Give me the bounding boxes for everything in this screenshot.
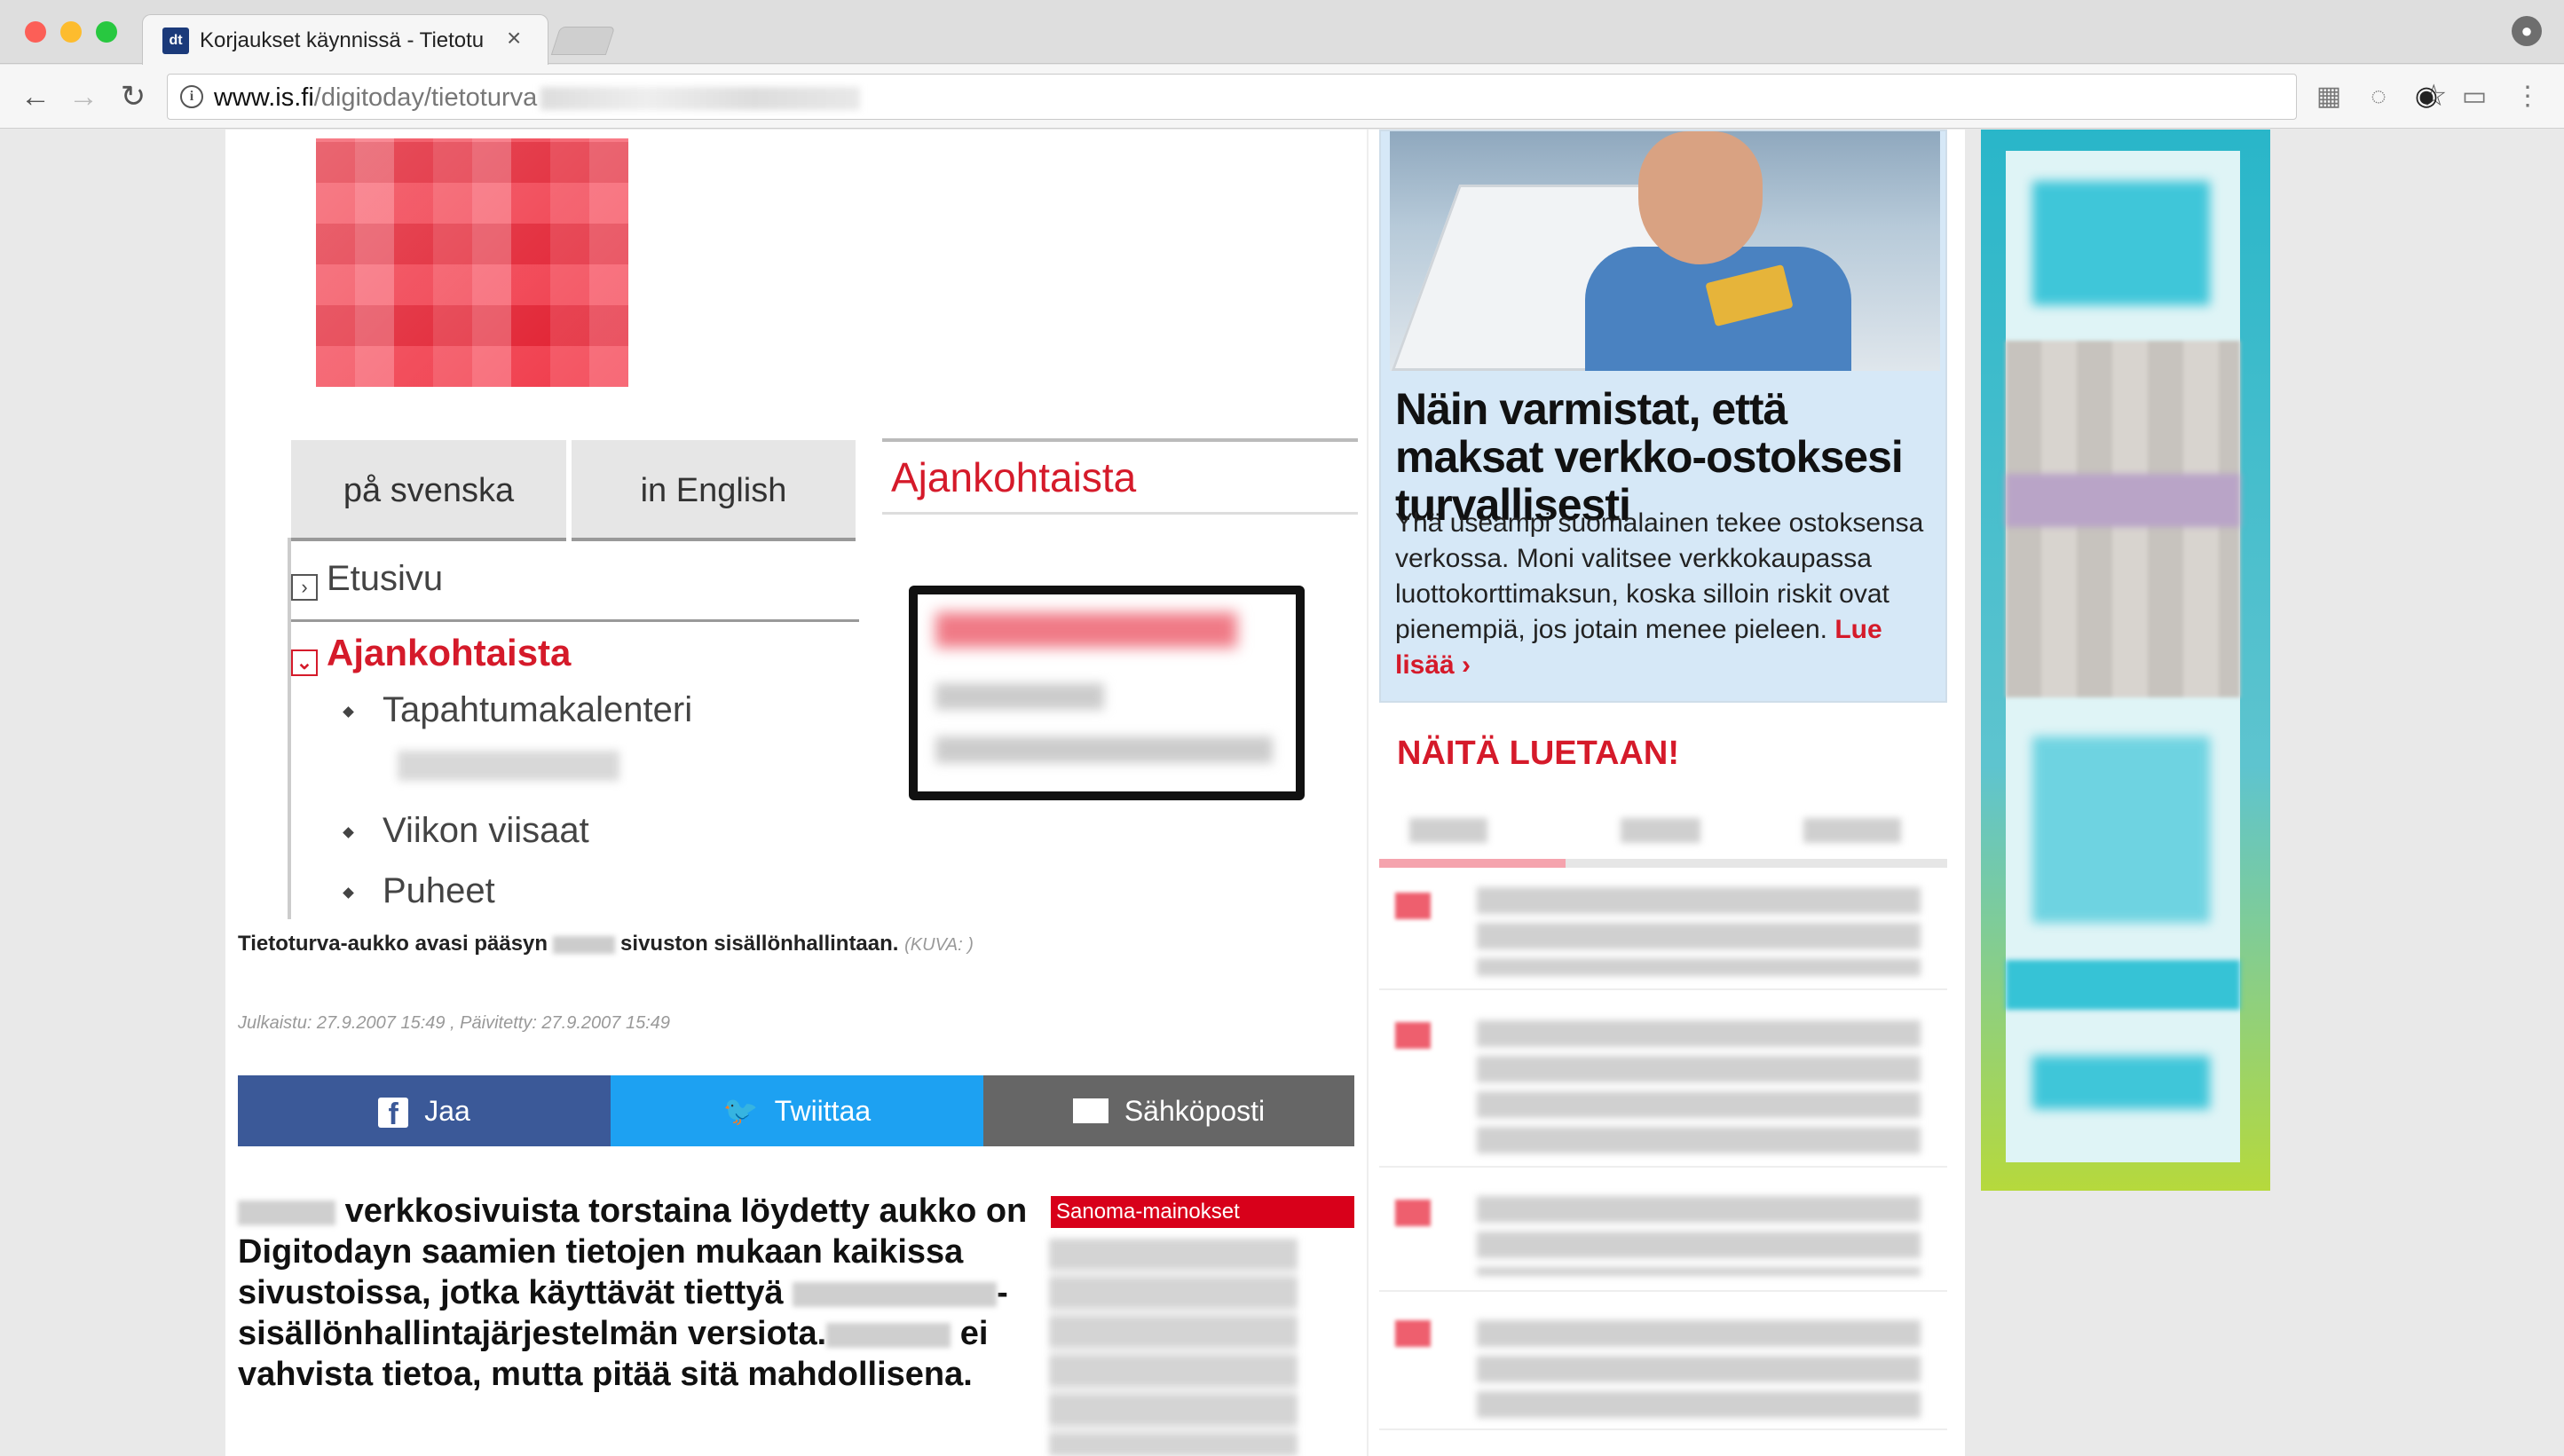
tab-indicator-active <box>1379 859 1566 868</box>
facebook-icon: f <box>378 1098 409 1131</box>
ad-button-redacted <box>2032 1056 2210 1109</box>
ad-photo-redacted <box>2006 341 2240 697</box>
most-read-item[interactable] <box>1379 1301 1947 1430</box>
reload-icon[interactable]: ↻ <box>114 77 153 116</box>
menu-item-home: › Etusivu <box>291 552 443 605</box>
submenu-item: Tapahtumakalenteri <box>343 685 692 735</box>
right-column: Näin varmistat, että maksat verkko-ostok… <box>1367 130 1965 1456</box>
url-path: /digitoday/tietoturva <box>313 83 538 112</box>
tab-close-icon[interactable]: × <box>507 24 521 52</box>
browser-toolbar: ← → ↻ i www.is.fi/digitoday/tietoturva ☆… <box>0 65 2564 129</box>
submenu-item: Viikon viisaat <box>343 806 589 855</box>
browser-titlebar: dt Korjaukset käynnissä - Tietotu × ● <box>0 0 2564 66</box>
menu-home-label: Etusivu <box>327 559 444 598</box>
close-window-button[interactable] <box>25 21 46 43</box>
most-read-tab[interactable] <box>1409 818 1487 843</box>
menu-divider <box>291 619 859 622</box>
twitter-icon: 🐦 <box>722 1095 759 1127</box>
page-viewport: på svenska in English Ajankohtaista › Etu… <box>0 130 2564 1456</box>
most-read-tab[interactable] <box>1621 818 1700 843</box>
share-bar: f Jaa 🐦 Twiittaa Sähköposti <box>238 1075 1354 1146</box>
lead-redacted <box>826 1322 951 1348</box>
lead-redacted <box>238 1200 335 1225</box>
ad-content-redacted[interactable] <box>1049 1239 1298 1456</box>
most-read-heading: NÄITÄ LUETAAN! <box>1397 735 1680 772</box>
submenu-item-redacted <box>398 751 619 781</box>
ad-text-redacted <box>2032 181 2210 305</box>
side-ad-inner <box>2006 151 2240 1162</box>
pixelated-logo <box>316 138 628 387</box>
article-lead: verkkosivuista torstaina löydetty aukko … <box>238 1192 1028 1393</box>
person-head-shape <box>1638 131 1763 264</box>
forward-arrow-icon[interactable]: → <box>64 77 103 116</box>
address-bar[interactable]: i www.is.fi/digitoday/tietoturva ☆ <box>167 74 2447 120</box>
caption-redacted <box>553 935 616 954</box>
browser-tab[interactable]: dt Korjaukset käynnissä - Tietotu × <box>142 14 548 66</box>
new-tab-button[interactable] <box>550 27 616 55</box>
promo-card[interactable]: Näin varmistat, että maksat verkko-ostok… <box>1379 130 1947 703</box>
share-facebook-button[interactable]: f Jaa <box>238 1075 611 1146</box>
zoom-window-button[interactable] <box>96 21 117 43</box>
extension-icon[interactable]: ▦ <box>2311 79 2347 114</box>
profile-icon[interactable]: ● <box>2512 16 2542 46</box>
mail-icon <box>1072 1098 1108 1123</box>
section-heading: Ajankohtaista <box>882 438 1358 515</box>
share-twitter-button[interactable]: 🐦 Twiittaa <box>611 1075 983 1146</box>
extension-icon[interactable]: ◌ <box>2361 79 2396 114</box>
info-icon[interactable]: i <box>180 85 203 108</box>
minimize-window-button[interactable] <box>60 21 82 43</box>
lang-swedish-button: på svenska <box>291 440 566 541</box>
side-advertisement[interactable] <box>1981 130 2270 1191</box>
article-column: på svenska in English Ajankohtaista › Etu… <box>225 130 1367 1456</box>
submenu-item: Puheet <box>343 866 495 916</box>
expand-icon: › <box>291 574 318 601</box>
article-image: på svenska in English Ajankohtaista › Etu… <box>238 130 1358 924</box>
collapse-icon: ⌄ <box>291 649 318 676</box>
url-text: www.is.fi/digitoday/tietoturva <box>214 82 537 114</box>
promo-text: Yhä useampi suomalainen tekee ostoksensa… <box>1395 508 1924 680</box>
extension-icon[interactable]: ◉ <box>2409 79 2444 114</box>
promo-image <box>1390 131 1940 371</box>
url-host: www.is.fi <box>214 83 314 112</box>
menu-item-current: ⌄ Ajankohtaista <box>291 626 571 680</box>
image-credit: (KUVA: ) <box>904 935 974 955</box>
most-read-item[interactable] <box>1379 999 1947 1168</box>
publish-dates: Julkaistu: 27.9.2007 15:49 , Päivitetty:… <box>238 1013 671 1033</box>
tab-title: Korjaukset käynnissä - Tietotu <box>200 28 485 52</box>
cast-icon[interactable]: ▭ <box>2457 79 2492 114</box>
site-favicon-icon: dt <box>162 28 189 54</box>
ad-label: Sanoma-mainokset <box>1051 1196 1354 1228</box>
menu-current-label: Ajankohtaista <box>327 632 572 673</box>
webmaster-box-redacted <box>909 586 1305 800</box>
menu-icon[interactable]: ⋮ <box>2510 79 2545 114</box>
most-read-tab[interactable] <box>1803 818 1901 843</box>
image-caption: Tietoturva-aukko avasi pääsyn sivuston si… <box>238 932 974 956</box>
lead-redacted <box>793 1281 998 1307</box>
ad-stripe <box>2006 960 2240 1010</box>
back-arrow-icon[interactable]: ← <box>16 77 55 116</box>
most-read-item[interactable] <box>1379 875 1947 990</box>
share-email-button[interactable]: Sähköposti <box>983 1075 1354 1146</box>
ad-text-redacted <box>2032 736 2210 923</box>
most-read-item[interactable] <box>1379 1177 1947 1292</box>
url-redacted <box>540 87 860 110</box>
lang-english-button: in English <box>572 440 856 541</box>
